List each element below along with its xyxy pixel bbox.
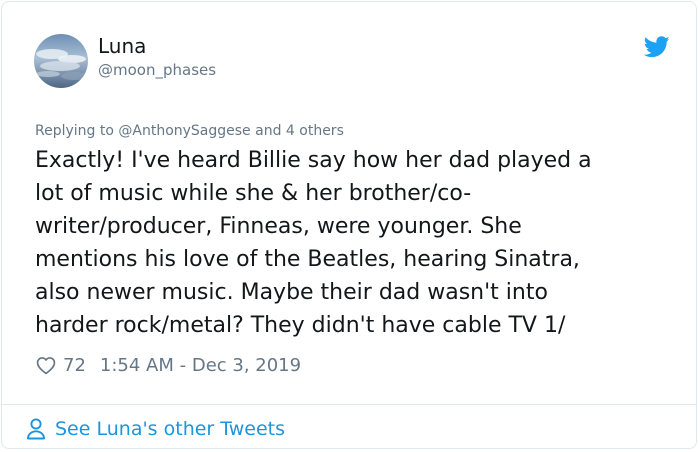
twitter-bird-icon[interactable]	[644, 36, 670, 58]
avatar-sky-photo	[34, 34, 88, 88]
tweet-card: Luna @moon_phases Replying to @AnthonySa…	[1, 1, 697, 449]
tweet-text: Exactly! I've heard Billie say how her d…	[35, 148, 592, 338]
replying-to-label[interactable]: Replying to @AnthonySaggese and 4 others	[35, 122, 344, 140]
display-name[interactable]: Luna	[98, 34, 146, 58]
see-other-tweets-label[interactable]: See Luna's other Tweets	[55, 418, 285, 440]
avatar[interactable]	[34, 34, 88, 88]
heart-icon[interactable]	[35, 354, 57, 376]
tweet-timestamp[interactable]: 1:54 AM - Dec 3, 2019	[100, 355, 301, 376]
see-other-tweets-link[interactable]: See Luna's other Tweets	[26, 416, 285, 442]
person-icon	[27, 418, 45, 440]
tweet-meta: 72 1:54 AM - Dec 3, 2019	[35, 352, 301, 378]
user-handle[interactable]: @moon_phases	[98, 60, 216, 80]
footer-divider	[2, 404, 696, 405]
like-count: 72	[63, 354, 86, 376]
